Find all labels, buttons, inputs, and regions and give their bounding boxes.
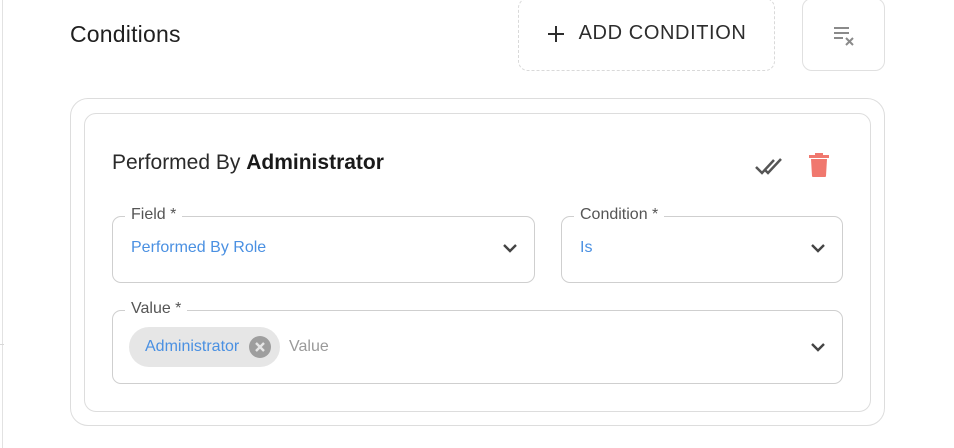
field-label: Field * — [125, 206, 183, 224]
clear-conditions-button[interactable] — [802, 0, 885, 71]
divider — [0, 344, 4, 345]
value-multiselect[interactable]: Value * Administrator — [112, 300, 843, 384]
value-input[interactable] — [289, 335, 769, 359]
value-chip-label: Administrator — [145, 338, 240, 355]
trash-icon — [809, 153, 829, 177]
field-value: Performed By Role — [131, 239, 267, 256]
value-chip[interactable]: Administrator — [129, 327, 280, 367]
double-check-icon — [755, 158, 782, 175]
field-select[interactable]: Field * Performed By Role — [112, 206, 535, 283]
condition-heading: Performed By Administrator — [112, 151, 384, 175]
remove-chip-icon[interactable] — [248, 335, 272, 359]
add-condition-button[interactable]: ADD CONDITION — [518, 0, 775, 71]
condition-heading-prefix: Performed By — [112, 151, 241, 174]
condition-value: Is — [580, 239, 593, 256]
chevron-down-icon — [811, 244, 825, 253]
plus-icon — [547, 25, 564, 42]
add-condition-label: ADD CONDITION — [578, 22, 747, 44]
value-label: Value * — [125, 300, 188, 318]
condition-label: Condition * — [574, 206, 665, 224]
delete-condition-button[interactable] — [806, 150, 832, 180]
condition-select[interactable]: Condition * Is — [561, 206, 843, 283]
conditions-title: Conditions — [70, 21, 181, 47]
apply-condition-button[interactable] — [752, 150, 786, 180]
chevron-down-icon — [811, 343, 825, 352]
chevron-down-icon — [503, 244, 517, 253]
clear-all-icon — [833, 26, 854, 46]
condition-heading-value: Administrator — [246, 151, 384, 174]
